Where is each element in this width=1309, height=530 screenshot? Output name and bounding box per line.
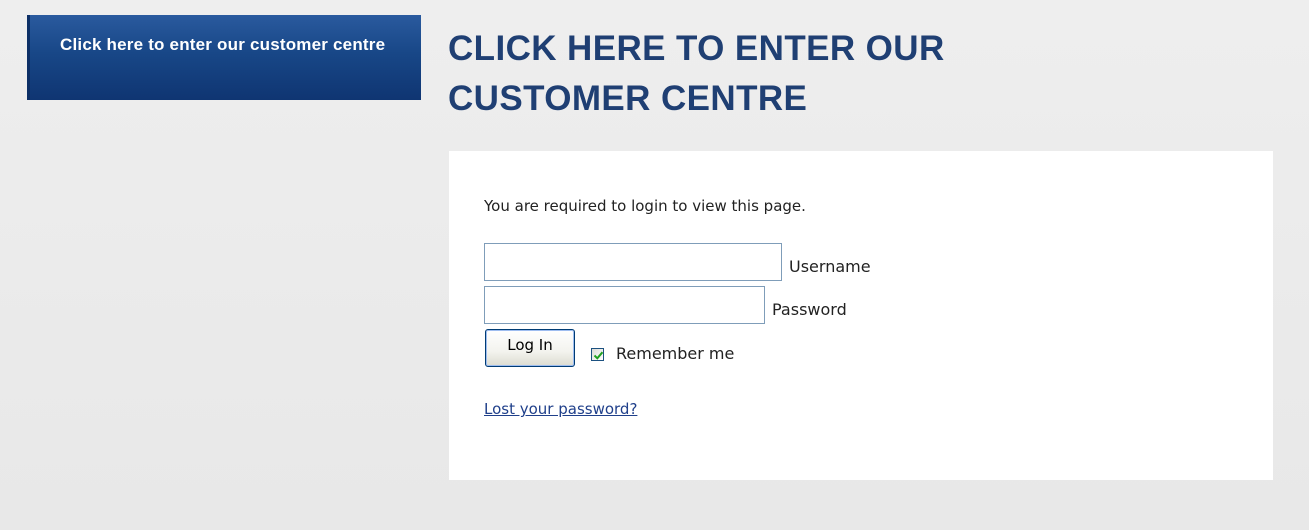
- page-title: CLICK HERE TO ENTER OUR CUSTOMER CENTRE: [448, 29, 945, 118]
- login-required-notice: You are required to login to view this p…: [484, 197, 806, 215]
- customer-centre-nav-button[interactable]: Click here to enter our customer centre: [27, 15, 421, 100]
- password-label: Password: [772, 300, 847, 319]
- login-panel: You are required to login to view this p…: [449, 151, 1273, 480]
- check-icon: [593, 351, 604, 360]
- remember-me-checkbox[interactable]: [591, 347, 604, 361]
- remember-me-option: Remember me: [591, 344, 734, 364]
- page: Click here to enter our customer centre …: [0, 0, 1309, 530]
- login-button[interactable]: Log In: [485, 329, 575, 367]
- lost-password-link[interactable]: Lost your password?: [484, 400, 637, 418]
- username-input[interactable]: [484, 243, 782, 281]
- password-input[interactable]: [484, 286, 765, 324]
- remember-me-label: Remember me: [616, 344, 735, 363]
- username-label: Username: [789, 257, 871, 276]
